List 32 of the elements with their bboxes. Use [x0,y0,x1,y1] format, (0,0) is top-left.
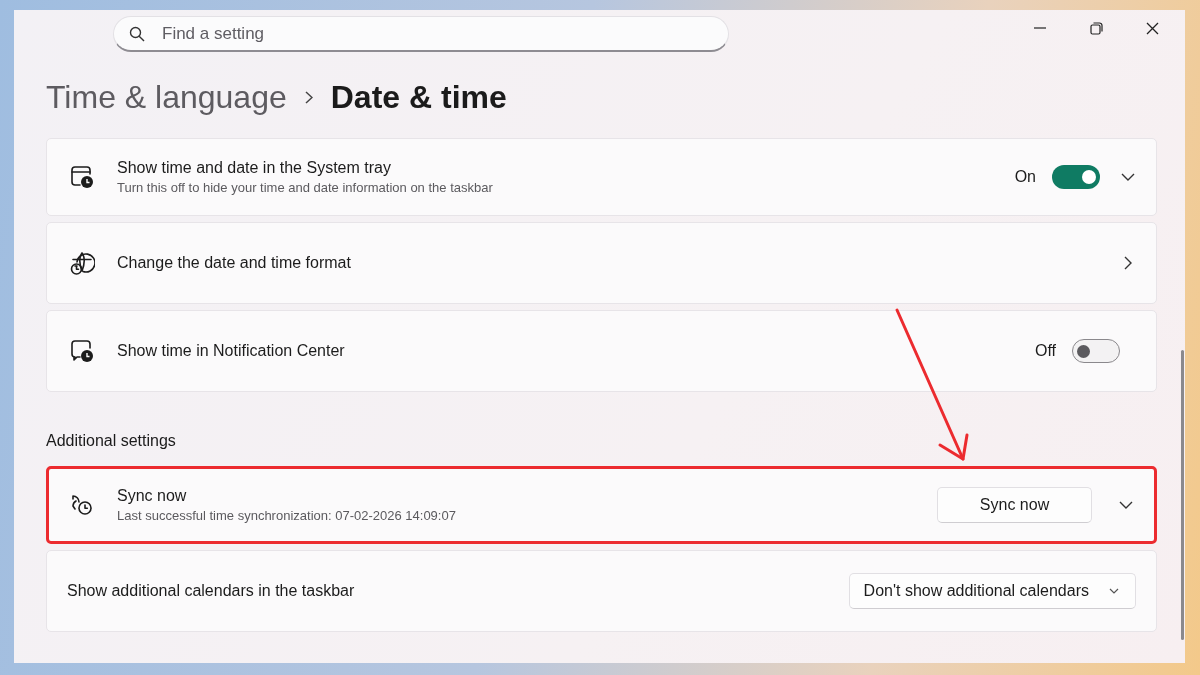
globe-clock-icon [69,250,95,276]
search-icon [129,26,145,42]
screen-clock-icon [69,338,95,364]
sync-button[interactable]: Sync now [937,487,1092,523]
section-heading: Additional settings [46,432,177,450]
scrollbar-thumb[interactable] [1181,350,1184,640]
toggle-state-label: Off [1034,342,1056,360]
search-field[interactable]: Find a setting [113,16,729,52]
chevron-right-icon [304,90,313,104]
chevron-down-icon [1121,173,1135,181]
setting-title: Show additional calendars in the taskbar [67,582,356,600]
calendar-clock-icon [69,164,95,190]
setting-card[interactable]: Change the date and time format [46,222,1157,304]
setting-title: Sync now [117,487,188,505]
toggle-switch[interactable] [1052,165,1100,189]
setting-description: Turn this off to hide your time and date information on the taskbar [117,180,494,195]
breadcrumb-item: Date & time [330,78,507,116]
chevron-down-icon [1119,501,1133,509]
restore-icon [1089,21,1103,35]
sync-clock-icon [69,492,95,518]
close-icon [1145,21,1159,35]
breadcrumb-item[interactable]: Time & language [46,78,287,116]
chevron-down-icon [1109,588,1119,594]
setting-title: Show time and date in the System tray [117,159,392,177]
setting-description: Last successful time synchronization: 07-02-2026 14:09:07 [117,508,457,523]
setting-title: Change the date and time format [117,254,352,272]
calendar-dropdown[interactable]: Don't show additional calendars [848,573,1136,609]
chevron-right-icon [1124,256,1132,270]
toggle-switch[interactable] [1072,339,1120,363]
setting-title: Show time in Notification Center [117,342,346,360]
toggle-state-label: On [1014,168,1036,186]
minimize-icon [1034,27,1046,29]
